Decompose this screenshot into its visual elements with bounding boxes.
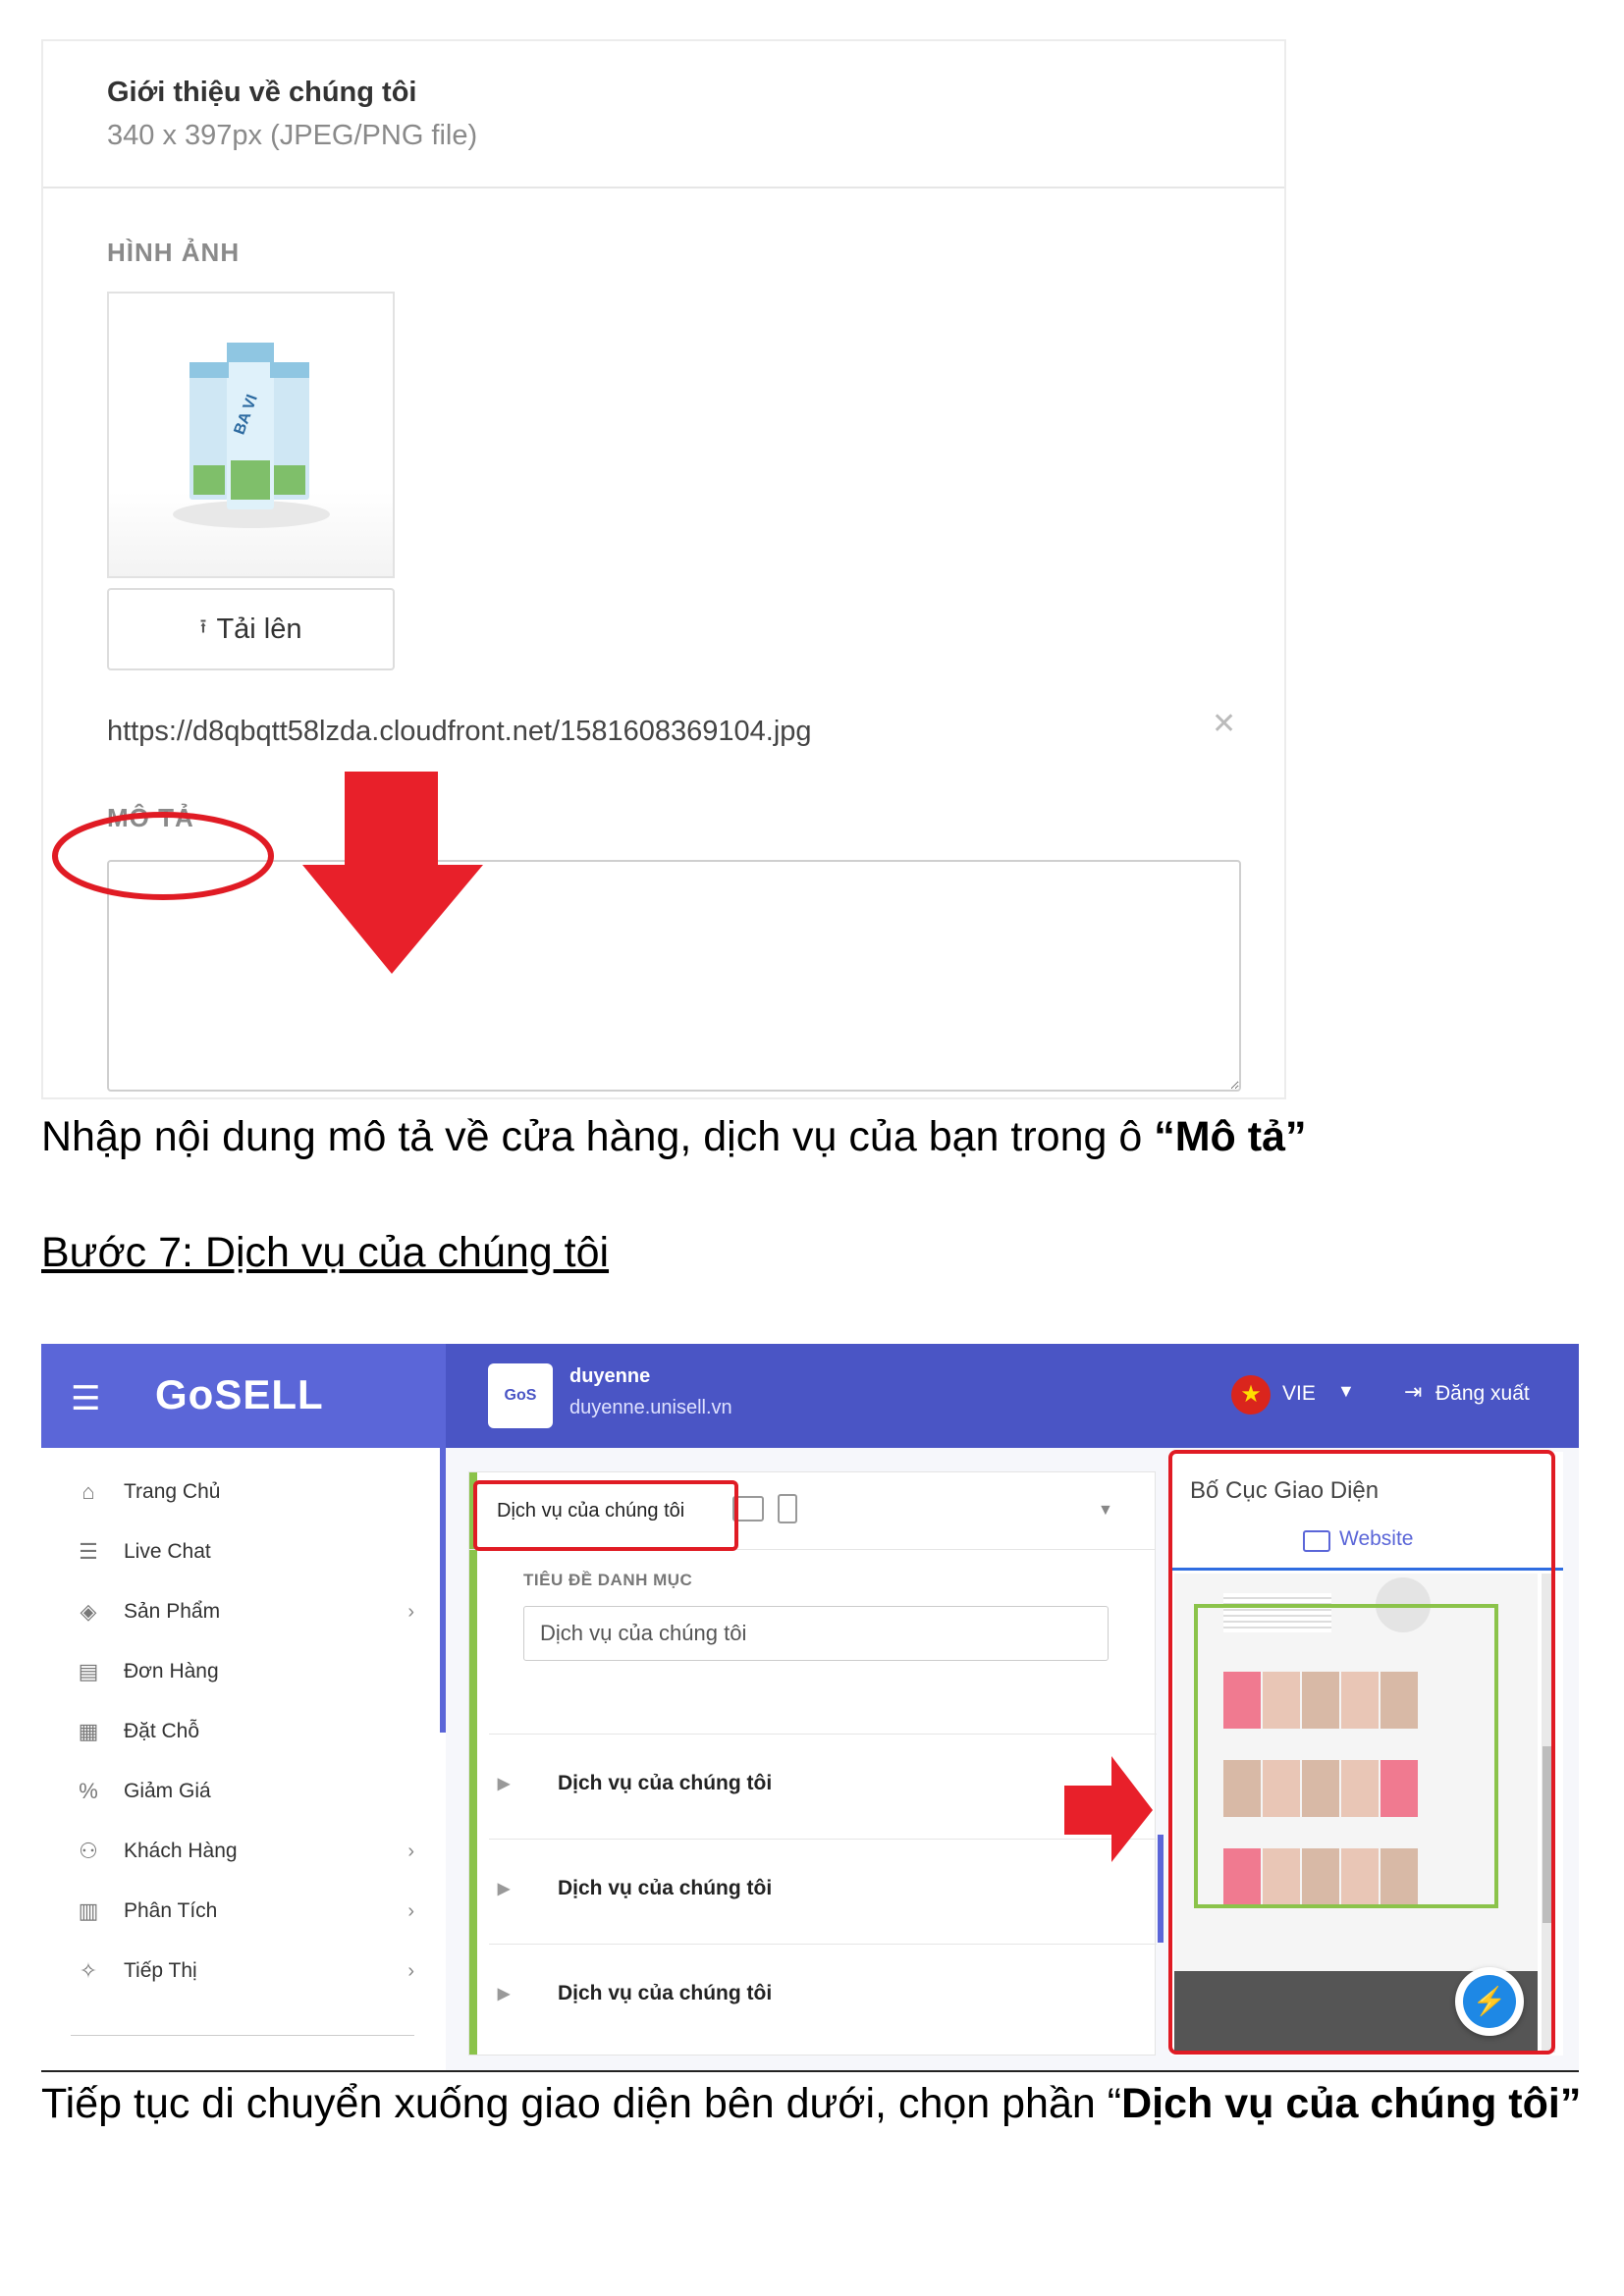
store-name: duyenne — [569, 1365, 651, 1387]
chevron-down-icon[interactable]: ▼ — [1337, 1381, 1355, 1402]
caption-2-text: Tiếp tục di chuyển xuống giao diện bên d… — [41, 2080, 1122, 2127]
expand-icon[interactable]: ▶ — [489, 1879, 518, 1898]
calendar-icon: ▦ — [78, 1719, 99, 1743]
sidebar-item-6[interactable]: ⚇ Khách Hàng › — [71, 1832, 414, 1871]
collapse-chevron-icon[interactable]: ▼ — [1098, 1502, 1113, 1520]
remove-image-icon[interactable]: ✕ — [1212, 707, 1236, 741]
service-item-row[interactable]: ▶ Dịch vụ của chúng tôi — [489, 1734, 1157, 1833]
caption-1-bold: “Mô tả” — [1154, 1113, 1307, 1160]
chat-icon: ☰ — [79, 1539, 98, 1564]
chevron-right-icon: › — [407, 1899, 414, 1922]
store-domain: duyenne.unisell.vn — [569, 1397, 732, 1418]
messenger-button[interactable]: ⚡ — [1455, 1967, 1524, 2036]
caption-1-text: Nhập nội dung mô tả về cửa hàng, dịch vụ… — [41, 1113, 1155, 1160]
sidebar-item-label: Trang Chủ — [124, 1480, 221, 1503]
red-box-annotation — [473, 1480, 738, 1551]
sidebar-item-label: Sản Phẩm — [124, 1600, 221, 1623]
sidebar-item-1[interactable]: ☰ Live Chat — [71, 1532, 414, 1572]
red-down-arrow-annotation — [302, 772, 483, 974]
analytics-icon: ▥ — [78, 1898, 99, 1923]
caption-2: Tiếp tục di chuyển xuống giao diện bên d… — [41, 2074, 1583, 2133]
image-label: HÌNH ẢNH — [107, 238, 241, 267]
section-editor: Dịch vụ của chúng tôi ▼ TIÊU ĐỀ DANH MỤC… — [468, 1471, 1157, 2056]
chevron-right-icon: › — [407, 1840, 414, 1862]
order-icon: ▤ — [78, 1659, 99, 1683]
image-url: https://d8qbqtt58lzda.cloudfront.net/158… — [107, 716, 812, 747]
service-item-label: Dịch vụ của chúng tôi — [558, 1982, 773, 2004]
sidebar-item-2[interactable]: ◈ Sản Phẩm › — [71, 1592, 414, 1631]
milk-carton-image: BA VI — [173, 343, 330, 528]
section-size-hint: 340 x 397px (JPEG/PNG file) — [107, 120, 478, 151]
service-item-row[interactable]: ▶ Dịch vụ của chúng tôi — [489, 1839, 1157, 1938]
chevron-right-icon: › — [407, 1600, 414, 1623]
language-selector[interactable]: VIE — [1282, 1382, 1316, 1406]
upload-label: Tải lên — [216, 613, 302, 645]
store-avatar: GoS — [488, 1363, 553, 1428]
expand-icon[interactable]: ▶ — [489, 1774, 518, 1793]
sidebar-item-8[interactable]: ✧ Tiếp Thị › — [71, 1951, 414, 1991]
sidebar-item-label: Giảm Giá — [124, 1780, 211, 1802]
tag-icon: ◈ — [80, 1599, 97, 1624]
sidebar-item-label: Tiếp Thị — [124, 1959, 197, 1982]
hamburger-menu-icon[interactable]: ☰ — [71, 1379, 100, 1418]
logo-area: ☰ GoSELL — [41, 1344, 446, 1448]
service-item-label: Dịch vụ của chúng tôi — [558, 1772, 773, 1794]
logout-icon: ⇥ — [1404, 1379, 1423, 1404]
sidebar-item-4[interactable]: ▦ Đặt Chỗ — [71, 1712, 414, 1751]
screenshot-bottom-rule — [41, 2070, 1579, 2072]
sidebar-item-3[interactable]: ▤ Đơn Hàng — [71, 1652, 414, 1691]
sidebar-divider — [71, 2035, 414, 2036]
section-title: Giới thiệu về chúng tôi — [107, 77, 417, 108]
caption-2-bold: Dịch vụ của chúng tôi” — [1121, 2080, 1582, 2127]
expand-icon[interactable]: ▶ — [489, 1984, 518, 2003]
sidebar-item-label: Phân Tích — [124, 1899, 218, 1922]
messenger-icon: ⚡ — [1463, 1975, 1516, 2028]
home-icon: ⌂ — [81, 1479, 95, 1504]
layout-preview-panel: Bố Cục Giao Diện Website ⚡ — [1168, 1450, 1563, 2056]
customers-icon: ⚇ — [79, 1839, 98, 1863]
marketing-icon: ✧ — [79, 1958, 98, 1983]
caption-1: Nhập nội dung mô tả về cửa hàng, dịch vụ… — [41, 1107, 1573, 1166]
section-header: Giới thiệu về chúng tôi 340 x 397px (JPE… — [43, 41, 1284, 188]
sidebar-item-label: Khách Hàng — [124, 1840, 238, 1862]
sidebar-item-5[interactable]: % Giảm Giá — [71, 1772, 414, 1811]
vietnam-flag-icon: ★ — [1231, 1375, 1271, 1415]
mobile-view-icon[interactable] — [778, 1494, 797, 1523]
sidebar-scrollbar[interactable] — [440, 1448, 446, 1733]
logout-link[interactable]: Đăng xuất — [1435, 1382, 1530, 1406]
gosell-admin-screenshot: ☰ GoSELL GoS duyenne duyenne.unisell.vn … — [41, 1344, 1579, 2072]
red-right-arrow-annotation — [1064, 1756, 1153, 1862]
editor-scrollbar[interactable] — [1158, 1835, 1164, 1943]
category-title-label: TIÊU ĐỀ DANH MỤC — [523, 1571, 693, 1589]
service-item-row[interactable]: ▶ Dịch vụ của chúng tôi — [489, 1944, 1157, 2043]
upload-icon: ⭱ — [199, 616, 207, 638]
sidebar-item-0[interactable]: ⌂ Trang Chủ — [71, 1472, 414, 1512]
editor-green-bar — [469, 1472, 477, 2055]
about-us-settings-screenshot: Giới thiệu về chúng tôi 340 x 397px (JPE… — [41, 39, 1286, 1099]
chevron-right-icon: › — [407, 1959, 414, 1982]
image-thumbnail: BA VI — [107, 292, 395, 578]
step-7-heading: Bước 7: Dịch vụ của chúng tôi — [41, 1229, 610, 1276]
service-item-label: Dịch vụ của chúng tôi — [558, 1877, 773, 1899]
category-title-input[interactable]: Dịch vụ của chúng tôi — [523, 1606, 1109, 1661]
sidebar-item-7[interactable]: ▥ Phân Tích › — [71, 1892, 414, 1931]
brand-logo: GoSELL — [155, 1371, 324, 1417]
upload-button[interactable]: ⭱ Tải lên — [107, 588, 395, 670]
red-box-annotation-preview — [1168, 1450, 1555, 2055]
sidebar-item-label: Live Chat — [124, 1540, 211, 1563]
sidebar-item-label: Đơn Hàng — [124, 1660, 219, 1682]
discount-icon: % — [79, 1779, 98, 1803]
sidebar-item-label: Đặt Chỗ — [124, 1720, 200, 1742]
